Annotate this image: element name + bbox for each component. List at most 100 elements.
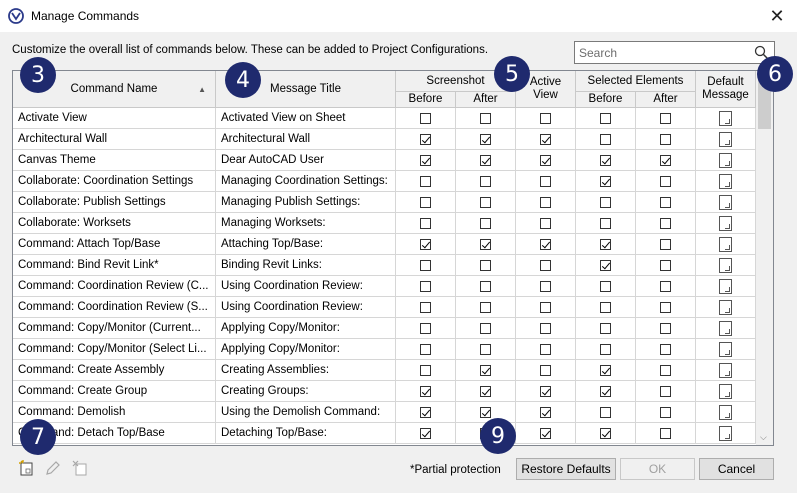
message-title-cell[interactable]: Creating Assemblies:	[216, 360, 396, 381]
command-name-cell[interactable]: Command: Copy/Monitor (Current...	[13, 318, 216, 339]
selected-after-checkbox[interactable]	[660, 133, 671, 145]
table-row[interactable]: Command: Detach Top/Base Detaching Top/Ba…	[13, 423, 756, 444]
selected-before-checkbox[interactable]	[600, 364, 611, 376]
screenshot-after-checkbox[interactable]	[480, 217, 491, 229]
active-view-checkbox[interactable]	[540, 322, 551, 334]
table-row[interactable]: Collaborate: Worksets Managing Worksets:	[13, 213, 756, 234]
default-message-icon[interactable]	[719, 257, 732, 273]
command-name-cell[interactable]: Architectural Wall	[13, 129, 216, 150]
screenshot-before-checkbox[interactable]	[420, 364, 431, 376]
screenshot-before-checkbox[interactable]	[420, 217, 431, 229]
table-row[interactable]: Canvas Theme Dear AutoCAD User	[13, 150, 756, 171]
message-title-cell[interactable]: Activated View on Sheet	[216, 108, 396, 129]
active-view-checkbox[interactable]	[540, 301, 551, 313]
default-message-icon[interactable]	[719, 131, 732, 147]
screenshot-after-checkbox[interactable]	[480, 343, 491, 355]
message-title-cell[interactable]: Dear AutoCAD User	[216, 150, 396, 171]
message-title-cell[interactable]: Managing Publish Settings:	[216, 192, 396, 213]
selected-after-checkbox[interactable]	[660, 301, 671, 313]
default-message-icon[interactable]	[719, 236, 732, 252]
message-title-cell[interactable]: Architectural Wall	[216, 129, 396, 150]
table-row[interactable]: Command: Attach Top/Base Attaching Top/Ba…	[13, 234, 756, 255]
selected-after-checkbox[interactable]	[660, 343, 671, 355]
default-message-icon[interactable]	[719, 425, 732, 441]
selected-after-checkbox[interactable]	[660, 406, 671, 418]
table-row[interactable]: Command: Create Group Creating Groups:	[13, 381, 756, 402]
screenshot-before-checkbox[interactable]	[420, 343, 431, 355]
message-title-cell[interactable]: Binding Revit Links:	[216, 255, 396, 276]
screenshot-after-checkbox[interactable]	[480, 406, 491, 418]
selected-after-checkbox[interactable]	[660, 112, 671, 124]
message-title-cell[interactable]: Using the Demolish Command:	[216, 402, 396, 423]
header-selected-after[interactable]: After	[636, 92, 696, 108]
cancel-button[interactable]: Cancel	[699, 458, 774, 480]
screenshot-before-checkbox[interactable]	[420, 301, 431, 313]
active-view-checkbox[interactable]	[540, 343, 551, 355]
selected-after-checkbox[interactable]	[660, 259, 671, 271]
active-view-checkbox[interactable]	[540, 217, 551, 229]
edit-pencil-icon[interactable]	[44, 459, 62, 477]
default-message-icon[interactable]	[719, 173, 732, 189]
command-name-cell[interactable]: Command: Coordination Review (C...	[13, 276, 216, 297]
table-row[interactable]: Command: Demolish Using the Demolish Comm…	[13, 402, 756, 423]
command-name-cell[interactable]: Command: Create Assembly	[13, 360, 216, 381]
table-row[interactable]: Command: Bind Revit Link* Binding Revit L…	[13, 255, 756, 276]
message-title-cell[interactable]: Using Coordination Review:	[216, 276, 396, 297]
screenshot-before-checkbox[interactable]	[420, 385, 431, 397]
default-message-icon[interactable]	[719, 110, 732, 126]
selected-before-checkbox[interactable]	[600, 196, 611, 208]
command-name-cell[interactable]: Canvas Theme	[13, 150, 216, 171]
selected-before-checkbox[interactable]	[600, 175, 611, 187]
screenshot-after-checkbox[interactable]	[480, 175, 491, 187]
selected-before-checkbox[interactable]	[600, 280, 611, 292]
command-name-cell[interactable]: Activate View	[13, 108, 216, 129]
message-title-cell[interactable]: Using Coordination Review:	[216, 297, 396, 318]
command-name-cell[interactable]: Command: Coordination Review (S...	[13, 297, 216, 318]
default-message-icon[interactable]	[719, 194, 732, 210]
screenshot-before-checkbox[interactable]	[420, 133, 431, 145]
default-message-icon[interactable]	[719, 383, 732, 399]
selected-before-checkbox[interactable]	[600, 406, 611, 418]
active-view-checkbox[interactable]	[540, 427, 551, 439]
ok-button[interactable]: OK	[620, 458, 695, 480]
header-screenshot-after[interactable]: After	[456, 92, 516, 108]
selected-before-checkbox[interactable]	[600, 385, 611, 397]
default-message-icon[interactable]	[719, 341, 732, 357]
selected-after-checkbox[interactable]	[660, 280, 671, 292]
message-title-cell[interactable]: Attaching Top/Base:	[216, 234, 396, 255]
message-title-cell[interactable]: Applying Copy/Monitor:	[216, 318, 396, 339]
command-name-cell[interactable]: Collaborate: Publish Settings	[13, 192, 216, 213]
screenshot-before-checkbox[interactable]	[420, 112, 431, 124]
active-view-checkbox[interactable]	[540, 175, 551, 187]
selected-after-checkbox[interactable]	[660, 154, 671, 166]
active-view-checkbox[interactable]	[540, 238, 551, 250]
active-view-checkbox[interactable]	[540, 364, 551, 376]
message-title-cell[interactable]: Detaching Top/Base:	[216, 423, 396, 444]
table-row[interactable]: Command: Copy/Monitor (Select Li... Apply…	[13, 339, 756, 360]
new-command-icon[interactable]	[17, 459, 35, 477]
search-input[interactable]	[575, 42, 745, 63]
message-title-cell[interactable]: Managing Worksets:	[216, 213, 396, 234]
close-button[interactable]: ✕	[757, 0, 797, 32]
default-message-icon[interactable]	[719, 215, 732, 231]
header-selected-before[interactable]: Before	[576, 92, 636, 108]
active-view-checkbox[interactable]	[540, 259, 551, 271]
selected-before-checkbox[interactable]	[600, 301, 611, 313]
header-screenshot-before[interactable]: Before	[396, 92, 456, 108]
selected-before-checkbox[interactable]	[600, 322, 611, 334]
selected-after-checkbox[interactable]	[660, 385, 671, 397]
screenshot-after-checkbox[interactable]	[480, 364, 491, 376]
selected-after-checkbox[interactable]	[660, 175, 671, 187]
search-box[interactable]	[574, 41, 775, 64]
command-name-cell[interactable]: Collaborate: Worksets	[13, 213, 216, 234]
selected-before-checkbox[interactable]	[600, 133, 611, 145]
scroll-down-icon[interactable]: ⌵	[760, 432, 767, 443]
message-title-cell[interactable]: Managing Coordination Settings:	[216, 171, 396, 192]
active-view-checkbox[interactable]	[540, 196, 551, 208]
table-row[interactable]: Command: Copy/Monitor (Current... Applyin…	[13, 318, 756, 339]
active-view-checkbox[interactable]	[540, 112, 551, 124]
default-message-icon[interactable]	[719, 320, 732, 336]
selected-after-checkbox[interactable]	[660, 196, 671, 208]
active-view-checkbox[interactable]	[540, 154, 551, 166]
table-row[interactable]: Collaborate: Coordination Settings Managi…	[13, 171, 756, 192]
